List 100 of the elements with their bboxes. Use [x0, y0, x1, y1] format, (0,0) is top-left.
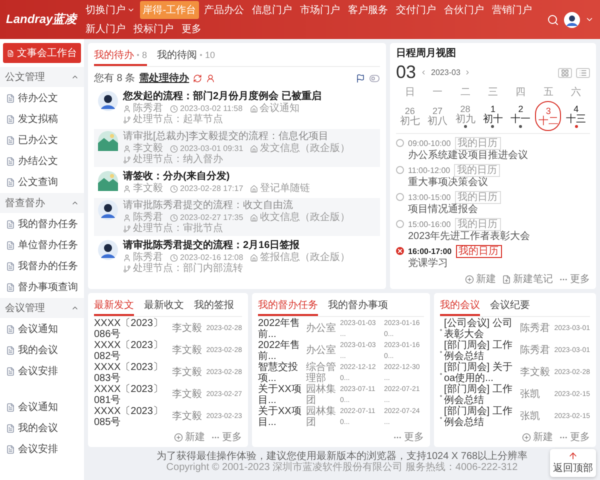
- more-button[interactable]: 更多: [559, 272, 590, 286]
- event-tag: 我的日历: [454, 164, 500, 177]
- nav-item[interactable]: 客户服务: [345, 1, 392, 19]
- nav-item[interactable]: 新人门户: [82, 20, 129, 38]
- avatar[interactable]: [564, 12, 580, 28]
- weekday-label: 一: [432, 86, 444, 99]
- timestamp: 2023-03-01 09:31: [180, 143, 244, 154]
- table-cell: 园林集团: [306, 407, 336, 428]
- sidebar-group-header[interactable]: 督查督办: [0, 193, 84, 213]
- landscape-avatar: [98, 171, 118, 191]
- table-cell[interactable]: 2022年售前...: [258, 319, 302, 340]
- nav-item[interactable]: 市场门户: [297, 1, 344, 19]
- copyright: Copyright © 2001-2023 深圳市蓝凌软件股份有限公司 服务热线：4006-222-312: [166, 462, 518, 473]
- nav-item[interactable]: 切换门户: [82, 1, 138, 19]
- document-icon: [6, 136, 15, 144]
- document-icon: [6, 424, 15, 432]
- tab[interactable]: 我的督办任务: [258, 296, 318, 316]
- sidebar-group-header[interactable]: 会议管理: [0, 298, 84, 318]
- new-button[interactable]: 新建: [465, 272, 496, 286]
- clock-icon: [170, 104, 178, 112]
- chevron-up-icon: [71, 304, 79, 312]
- tab[interactable]: 最新发文: [94, 296, 134, 316]
- grid-icon: [561, 68, 569, 76]
- tab[interactable]: 我的待阅 10: [157, 46, 216, 66]
- nav-item[interactable]: 更多: [178, 20, 205, 38]
- weekday-label: 日: [404, 86, 416, 99]
- table-cell-text: 园林集团: [306, 385, 336, 406]
- search-icon[interactable]: [547, 14, 559, 26]
- nav-item[interactable]: 信息门户: [249, 1, 296, 19]
- arrow-up-icon: [568, 451, 578, 461]
- person-name: 李文毅: [133, 143, 163, 154]
- caret-icon[interactable]: [585, 15, 594, 24]
- toggle-icon[interactable]: [369, 72, 380, 84]
- table-cell[interactable]: XXXX〔2023〕085号: [94, 407, 168, 428]
- table-cell-text: 张凯: [520, 390, 542, 401]
- nav-item[interactable]: 投标门户: [130, 20, 177, 38]
- pending-link[interactable]: 需处理待办: [139, 71, 190, 85]
- table-cell[interactable]: 2022年售前...: [258, 341, 302, 362]
- panel-title: 日程周月视图: [396, 46, 457, 60]
- person-name: 陈秀君: [133, 252, 163, 263]
- tab[interactable]: 我的会议: [440, 296, 480, 316]
- tab[interactable]: 我的签报: [194, 296, 234, 316]
- nav-item[interactable]: 产品办公: [201, 1, 248, 19]
- tab[interactable]: 我的督办事项: [328, 296, 388, 316]
- document-icon: [6, 178, 15, 186]
- todo-title: 请审批陈秀君提交的流程：2月16日签报: [123, 240, 301, 252]
- table-cell[interactable]: [部门周会] 工作例会总结: [440, 385, 516, 406]
- table-cell[interactable]: [部门周会] 工作例会总结: [440, 407, 516, 428]
- branch-icon: [123, 264, 131, 272]
- table-cell: 李文毅: [172, 324, 202, 335]
- tab[interactable]: 我的待办 8: [94, 46, 148, 66]
- table-cell[interactable]: XXXX〔2023〕082号: [94, 341, 168, 362]
- nav-item[interactable]: 合伙门户: [441, 1, 488, 19]
- sidebar-item[interactable]: 文事会工作台: [3, 43, 81, 63]
- tab[interactable]: 会议纪要: [490, 296, 530, 316]
- document-icon: [6, 262, 15, 270]
- table-cell[interactable]: 智慧交投项...: [258, 363, 302, 384]
- more-button[interactable]: 更多: [559, 430, 590, 444]
- event-tag: 我的日历: [456, 245, 502, 258]
- new-button[interactable]: 新建: [522, 430, 553, 444]
- event-title: 2023年先进工作者表彰大会: [408, 231, 530, 243]
- nav-item[interactable]: 交付门户: [393, 1, 440, 19]
- table-cell[interactable]: XXXX〔2023〕086号: [94, 319, 168, 340]
- table-cell-text: 综合管理部: [306, 363, 336, 384]
- calendar-day[interactable]: 3 十二: [535, 101, 562, 131]
- user-icon[interactable]: [206, 74, 216, 82]
- table-cell[interactable]: [部门周会] 工作例会总结: [440, 341, 516, 362]
- event-time: 09:00-10:00: [408, 139, 451, 148]
- person-icon: [123, 214, 131, 222]
- new-note-button[interactable]: 新建笔记: [502, 272, 553, 286]
- flag-icon[interactable]: [356, 74, 365, 82]
- sidebar-group-header[interactable]: 公文管理: [0, 67, 84, 87]
- more-button[interactable]: 更多: [393, 430, 424, 444]
- table-cell[interactable]: XXXX〔2023〕083号: [94, 363, 168, 384]
- grid-view-button[interactable]: [558, 68, 572, 78]
- new-button[interactable]: 新建: [174, 430, 205, 444]
- table-cell: 办公室: [306, 324, 336, 335]
- list-view-button[interactable]: [576, 68, 590, 78]
- previous-icon[interactable]: [420, 69, 428, 76]
- table-cell[interactable]: [部门周会] 关于oa使用的...: [440, 363, 516, 384]
- category-label: 收文信息（政企版）: [260, 212, 350, 223]
- more-button[interactable]: 更多: [211, 430, 242, 444]
- next-icon[interactable]: [464, 69, 472, 76]
- todo-title: 请审批[总裁办]李文毅提交的流程：信息化项目: [123, 131, 330, 142]
- refresh-icon[interactable]: [193, 74, 202, 82]
- nav-item[interactable]: 营销门户: [489, 1, 536, 19]
- table-cell: 李文毅: [172, 412, 202, 423]
- person-name: 陈秀君: [133, 212, 163, 223]
- table-cell[interactable]: 关于XX项目...: [258, 407, 302, 428]
- back-to-top-button[interactable]: 返回顶部: [550, 449, 596, 477]
- tab[interactable]: 最新收文: [144, 296, 184, 316]
- document-icon: [6, 324, 15, 334]
- branch-icon: [123, 156, 131, 164]
- event-title: 办公系统建设项目推进会议: [408, 150, 528, 162]
- table-cell[interactable]: [公司会议] 公司表彰大会: [440, 319, 516, 340]
- table-cell[interactable]: 关于XX项目...: [258, 385, 302, 406]
- document-icon: [6, 444, 15, 454]
- list-icon: [579, 68, 587, 76]
- chevron-up-icon: [71, 199, 79, 207]
- table-cell[interactable]: XXXX〔2023〕081号: [94, 385, 168, 406]
